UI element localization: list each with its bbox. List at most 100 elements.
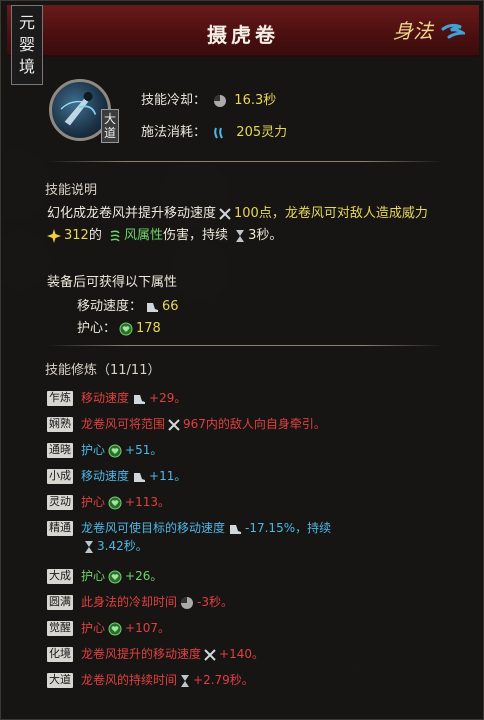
realm-char: 婴 xyxy=(18,35,35,54)
cost-label: 施法消耗： xyxy=(141,125,207,140)
duration-value: 3秒。 xyxy=(248,228,283,243)
description-text: 100点，龙卷风可对敌人造成威力 xyxy=(234,206,428,221)
description-title: 技能说明 xyxy=(45,183,98,198)
mod-value: 3.42秒。 xyxy=(97,539,148,553)
cost-row: 施法消耗： 205灵力 xyxy=(141,121,287,140)
description-line-1: 幻化成龙卷风并提升移动速度 100点，龙卷风可对敌人造成威力 xyxy=(47,203,467,225)
mod-value: -3秒。 xyxy=(197,595,233,609)
cooldown-label: 技能冷却： xyxy=(141,93,207,108)
mod-tier-tag: 乍炼 xyxy=(47,391,73,406)
tier-char: 道 xyxy=(103,126,116,140)
heart-shield-icon xyxy=(119,322,133,335)
mod-text: 护心 +113。 xyxy=(81,493,170,511)
mod-value: 967内的敌人向自身牵引。 xyxy=(183,417,326,431)
mod-text: 移动速度 +29。 xyxy=(81,389,186,407)
speed-boot-icon xyxy=(147,302,159,312)
description-text: 幻化成龙卷风并提升移动速度 xyxy=(47,206,217,221)
speed-icon xyxy=(129,391,149,405)
cultivation-mod-row: 小成 移动速度 +11。 xyxy=(47,467,186,485)
tooltip-header: 摄虎卷 身法 xyxy=(7,5,479,57)
mod-text: 此身法的冷却时间 -3秒。 xyxy=(81,593,233,611)
mod-tier-tag: 化境 xyxy=(47,647,73,662)
mod-description: 龙卷风可将范围 xyxy=(81,417,166,431)
range-icon xyxy=(165,417,183,431)
mod-tier-tag: 觉醒 xyxy=(47,621,73,636)
mod-text: 护心 +107。 xyxy=(81,619,170,637)
mod-value: +140。 xyxy=(219,647,264,661)
mod-tier-tag: 通晓 xyxy=(47,443,73,458)
spirit-power-icon xyxy=(214,127,224,139)
skill-tier-badge: 大 道 xyxy=(101,109,119,143)
cultivation-mod-row: 灵动 护心 +113。 xyxy=(47,493,170,511)
mod-description: 移动速度 xyxy=(81,469,130,483)
wind-element-icon xyxy=(110,229,120,241)
speed-cross-icon xyxy=(219,207,231,220)
cultivation-mod-row: 觉醒 护心 +107。 xyxy=(47,619,170,637)
cultivation-mod-row: 化境 龙卷风提升的移动速度 +140。 xyxy=(47,645,264,663)
power-value: 312 xyxy=(64,228,89,243)
heart-shield-icon xyxy=(105,495,125,509)
mod-text: 龙卷风提升的移动速度 +140。 xyxy=(81,645,264,663)
mod-text: 龙卷风可将范围 967内的敌人向自身牵引。 xyxy=(81,415,326,433)
tornado-figure-icon xyxy=(60,91,97,126)
power-burst-icon xyxy=(47,228,61,243)
mod-description: 护心 xyxy=(81,443,106,457)
equip-bonus-title: 装备后可获得以下属性 xyxy=(47,275,178,290)
mod-tier-tag: 娴熟 xyxy=(47,417,73,432)
cooldown-icon xyxy=(214,94,227,107)
cultivation-title: 技能修炼（11/11） xyxy=(45,363,161,378)
mod-description: 护心 xyxy=(81,569,106,583)
tier-char: 大 xyxy=(103,112,116,126)
divider xyxy=(47,345,443,346)
mod-tier-tag: 精通 xyxy=(47,521,73,536)
mod-text: 护心 +26。 xyxy=(81,567,162,585)
hourglass-icon xyxy=(177,673,193,687)
realm-char: 境 xyxy=(18,57,35,76)
mod-value: +11。 xyxy=(149,469,187,483)
cooldown-row: 技能冷却： 16.3秒 xyxy=(141,89,276,108)
speed-icon xyxy=(129,469,149,483)
mod-description: 护心 xyxy=(81,621,106,635)
cultivation-mod-row: 圆满 此身法的冷却时间 -3秒。 xyxy=(47,593,233,611)
heart-shield-icon xyxy=(105,621,125,635)
mod-value: +51。 xyxy=(125,443,163,457)
cost-value: 205灵力 xyxy=(236,125,288,140)
mod-text: 护心 +51。 xyxy=(81,441,162,459)
skill-category-label: 身法 xyxy=(393,19,433,43)
mod-text: 移动速度 +11。 xyxy=(81,467,186,485)
equip-bonus-speed: 移动速度： 66 xyxy=(77,295,179,314)
cultivation-mod-row: 通晓 护心 +51。 xyxy=(47,441,162,459)
cultivation-mod-row: 大成 护心 +26。 xyxy=(47,567,162,585)
mod-value: +29。 xyxy=(149,391,187,405)
description-text: 的 xyxy=(88,228,102,243)
mod-value: +107。 xyxy=(125,621,170,635)
description-line-2: 312的 风属性伤害，持续 3秒。 xyxy=(47,225,467,247)
equip-bonus-protection: 护心： 178 xyxy=(77,317,161,336)
attr-value: 66 xyxy=(162,299,179,314)
description-text: 伤害，持续 xyxy=(163,228,229,243)
cultivation-mod-row: 精通 龙卷风可使目标的移动速度 -17.15%，持续 3.42秒。 xyxy=(47,519,331,555)
mod-value: +113。 xyxy=(125,495,170,509)
attr-label: 移动速度： xyxy=(77,299,143,314)
cooldown-value: 16.3秒 xyxy=(234,93,277,108)
speed-icon xyxy=(225,521,245,535)
skill-description: 幻化成龙卷风并提升移动速度 100点，龙卷风可对敌人造成威力 312的 风属性伤害… xyxy=(47,203,467,247)
cultivation-mod-row: 大道 龙卷风的持续时间 +2.79秒。 xyxy=(47,671,254,689)
mod-tier-tag: 灵动 xyxy=(47,495,73,510)
mod-description: 龙卷风的持续时间 xyxy=(81,673,178,687)
heart-shield-icon xyxy=(105,443,125,457)
mod-value: +2.79秒。 xyxy=(193,673,254,687)
hourglass-icon xyxy=(236,229,245,242)
wind-element-label: 风属性 xyxy=(123,228,163,243)
divider xyxy=(47,161,443,162)
realm-tag: 元 婴 境 xyxy=(11,5,43,85)
mod-description: 龙卷风可使目标的移动速度 xyxy=(81,521,226,535)
mod-description: 此身法的冷却时间 xyxy=(81,595,178,609)
skill-tooltip-panel: 摄虎卷 身法 元 婴 境 大 道 技能冷却： 16.3秒 施法消耗： 205灵力… xyxy=(0,0,484,720)
mod-text: 龙卷风可使目标的移动速度 -17.15%，持续 3.42秒。 xyxy=(81,519,331,555)
mod-value: +26。 xyxy=(125,569,163,583)
mod-description: 护心 xyxy=(81,495,106,509)
cultivation-mod-row: 娴熟 龙卷风可将范围 967内的敌人向自身牵引。 xyxy=(47,415,326,433)
mod-description: 龙卷风提升的移动速度 xyxy=(81,647,202,661)
heart-shield-icon xyxy=(105,569,125,583)
